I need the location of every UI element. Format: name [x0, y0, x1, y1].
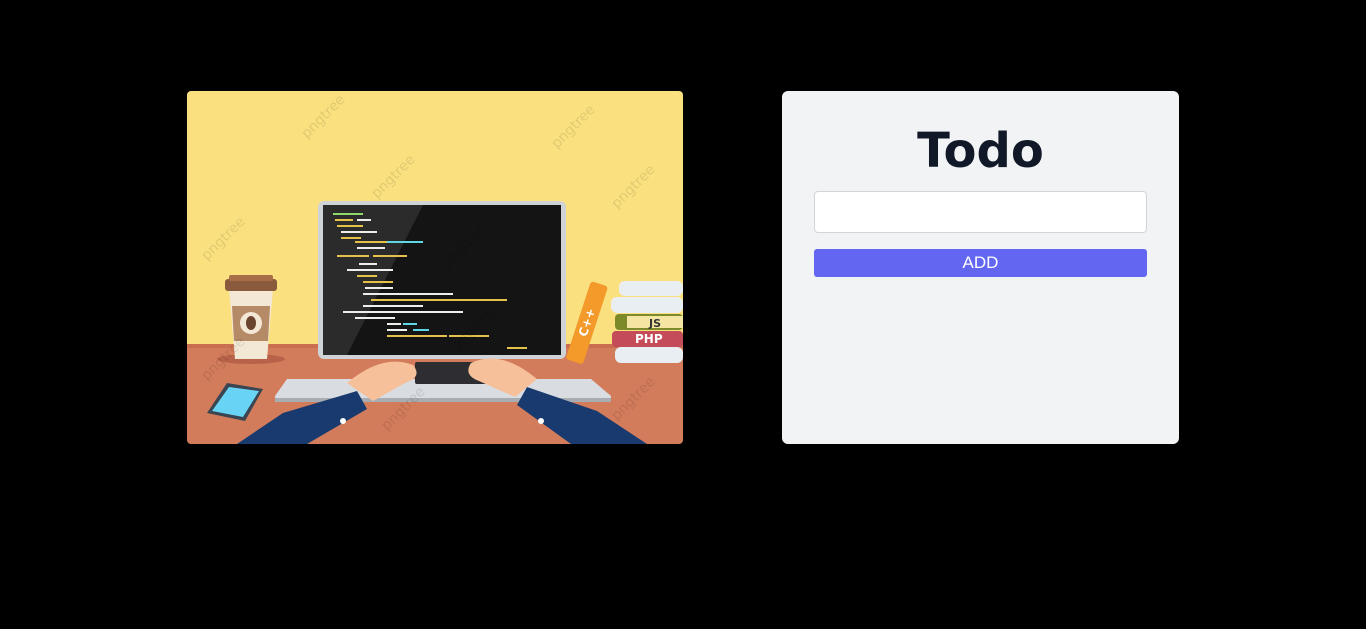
developer-laptop-illustration: PHP JS C++ pngtree pngtree pngtree pngtr… — [187, 91, 683, 444]
todo-title: Todo — [917, 123, 1044, 179]
add-button[interactable]: ADD — [814, 249, 1147, 277]
laptop-screen — [318, 201, 566, 359]
book-php-label: PHP — [635, 332, 663, 346]
todo-card: Todo ADD — [782, 91, 1179, 444]
hero-illustration: PHP JS C++ pngtree pngtree pngtree pngtr… — [187, 91, 683, 444]
book-js-label: JS — [648, 317, 661, 330]
todo-input[interactable] — [814, 191, 1147, 233]
